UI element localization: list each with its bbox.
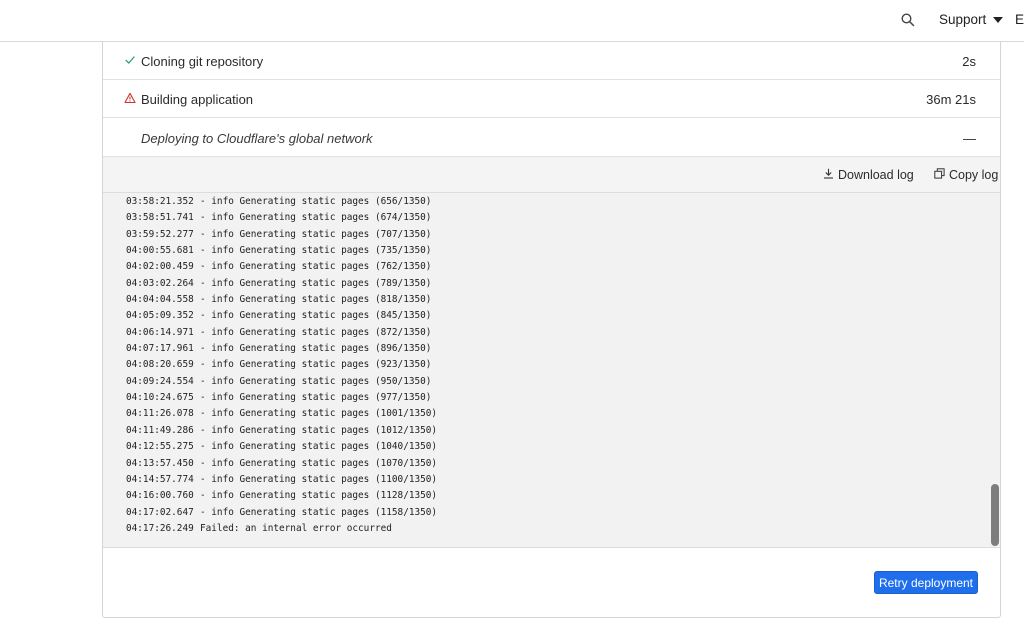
copy-log-button[interactable]: Copy log [934,168,998,182]
download-log-label: Download log [838,168,914,182]
log-timestamp: 03:59:52.277 [126,228,194,240]
download-icon [823,168,834,182]
log-line: 03:58:21.352 - info Generating static pag… [126,194,437,210]
log-timestamp: 03:58:51.741 [126,212,194,224]
deployment-card: Cloning git repository 2s Building appli… [102,42,1001,618]
log-timestamp: 04:14:57.774 [126,473,194,485]
step-label: Deploying to Cloudflare's global network [141,131,373,146]
log-message: - info Generating static pages (923/1350… [200,359,432,371]
log-timestamp: 04:12:55.275 [126,441,194,453]
log-message: - info Generating static pages (845/1350… [200,310,432,322]
log-message: - info Generating static pages (1040/135… [200,441,438,453]
log-line: 04:16:00.760 - info Generating static pag… [126,488,437,504]
step-label: Cloning git repository [141,54,264,69]
log-message: - info Generating static pages (950/1350… [200,375,432,387]
step-label: Building application [141,92,254,107]
log-timestamp: 04:17:02.647 [126,506,194,518]
log-line: 04:13:57.450 - info Generating static pag… [126,456,437,472]
log-message: - info Generating static pages (707/1350… [200,228,432,240]
log-scrollbar-thumb[interactable] [991,484,999,546]
log-message: - info Generating static pages (789/1350… [200,277,432,289]
step-building: Building application 36m 21s [103,80,1000,118]
log-timestamp: 04:13:57.450 [126,457,194,469]
support-menu-button[interactable]: Support [939,12,1004,27]
log-timestamp: 04:08:20.659 [126,359,194,371]
log-line: 04:09:24.554 - info Generating static pag… [126,374,437,390]
log-message: - info Generating static pages (818/1350… [200,294,432,306]
log-timestamp: 04:17:26.249 [126,522,194,534]
log-toolbar: Download log Copy log [103,157,1000,193]
log-line: 04:05:09.352 - info Generating static pag… [126,308,437,324]
log-message: - info Generating static pages (762/1350… [200,261,432,273]
log-timestamp: 04:09:24.554 [126,375,194,387]
top-navigation-bar: Support En [0,0,1024,42]
log-line: 03:58:51.741 - info Generating static pag… [126,210,437,226]
log-line: 04:03:02.264 - info Generating static pag… [126,276,437,292]
log-message: - info Generating static pages (977/1350… [200,392,432,404]
log-line: 04:00:55.681 - info Generating static pag… [126,243,437,259]
step-duration: 36m 21s [926,92,976,107]
log-message: - info Generating static pages (1100/135… [200,473,438,485]
log-message: - info Generating static pages (656/1350… [200,196,432,207]
log-line: 04:14:57.774 - info Generating static pag… [126,472,437,488]
retry-deployment-button[interactable]: Retry deployment [874,571,978,594]
log-message: - info Generating static pages (896/1350… [200,343,432,355]
log-line: 04:11:49.286 - info Generating static pag… [126,423,437,439]
log-message: - info Generating static pages (1128/135… [200,490,438,502]
log-timestamp: 04:02:00.459 [126,261,194,273]
log-line: 04:08:20.659 - info Generating static pag… [126,357,437,373]
download-log-button[interactable]: Download log [823,168,914,182]
account-menu-button[interactable]: En [1015,12,1024,27]
log-message: - info Generating static pages (1158/135… [200,506,438,518]
log-timestamp: 04:07:17.961 [126,343,194,355]
log-timestamp: 04:05:09.352 [126,310,194,322]
search-icon[interactable] [900,12,916,28]
log-message: - info Generating static pages (1070/135… [200,457,438,469]
step-cloning: Cloning git repository 2s [103,42,1000,80]
log-timestamp: 04:00:55.681 [126,245,194,257]
log-message: Failed: an internal error occurred [200,522,392,534]
log-line: 03:59:52.277 - info Generating static pag… [126,227,437,243]
log-line: 04:06:14.971 - info Generating static pag… [126,325,437,341]
log-line: 04:02:00.459 - info Generating static pag… [126,259,437,275]
log-timestamp: 03:58:21.352 [126,196,194,207]
log-message: - info Generating static pages (1001/135… [200,408,438,420]
copy-icon [934,168,945,182]
log-line: 04:12:55.275 - info Generating static pag… [126,439,437,455]
log-message: - info Generating static pages (674/1350… [200,212,432,224]
check-icon [124,54,136,66]
caret-down-icon [993,16,1004,23]
build-log-viewer[interactable]: 03:58:21.352 - info Generating static pag… [103,193,1000,548]
log-line: 04:07:17.961 - info Generating static pag… [126,341,437,357]
warning-icon [124,92,136,104]
log-lines: 03:58:21.352 - info Generating static pag… [126,194,437,537]
log-line: 04:04:04.558 - info Generating static pag… [126,292,437,308]
support-label: Support [939,12,987,27]
log-timestamp: 04:10:24.675 [126,392,194,404]
step-duration: 2s [962,54,976,69]
log-timestamp: 04:04:04.558 [126,294,194,306]
log-message: - info Generating static pages (872/1350… [200,326,432,338]
log-line: 04:17:26.249 Failed: an internal error oc… [126,521,437,537]
copy-log-label: Copy log [949,168,999,182]
step-duration: — [963,131,976,146]
log-message: - info Generating static pages (1012/135… [200,424,438,436]
log-message: - info Generating static pages (735/1350… [200,245,432,257]
log-line: 04:10:24.675 - info Generating static pag… [126,390,437,406]
step-deploying: Deploying to Cloudflare's global network… [103,119,1000,157]
log-line: 04:17:02.647 - info Generating static pag… [126,505,437,521]
log-timestamp: 04:11:26.078 [126,408,194,420]
log-line: 04:11:26.078 - info Generating static pag… [126,406,437,422]
log-timestamp: 04:11:49.286 [126,424,194,436]
log-timestamp: 04:16:00.760 [126,490,194,502]
log-timestamp: 04:03:02.264 [126,277,194,289]
log-timestamp: 04:06:14.971 [126,326,194,338]
